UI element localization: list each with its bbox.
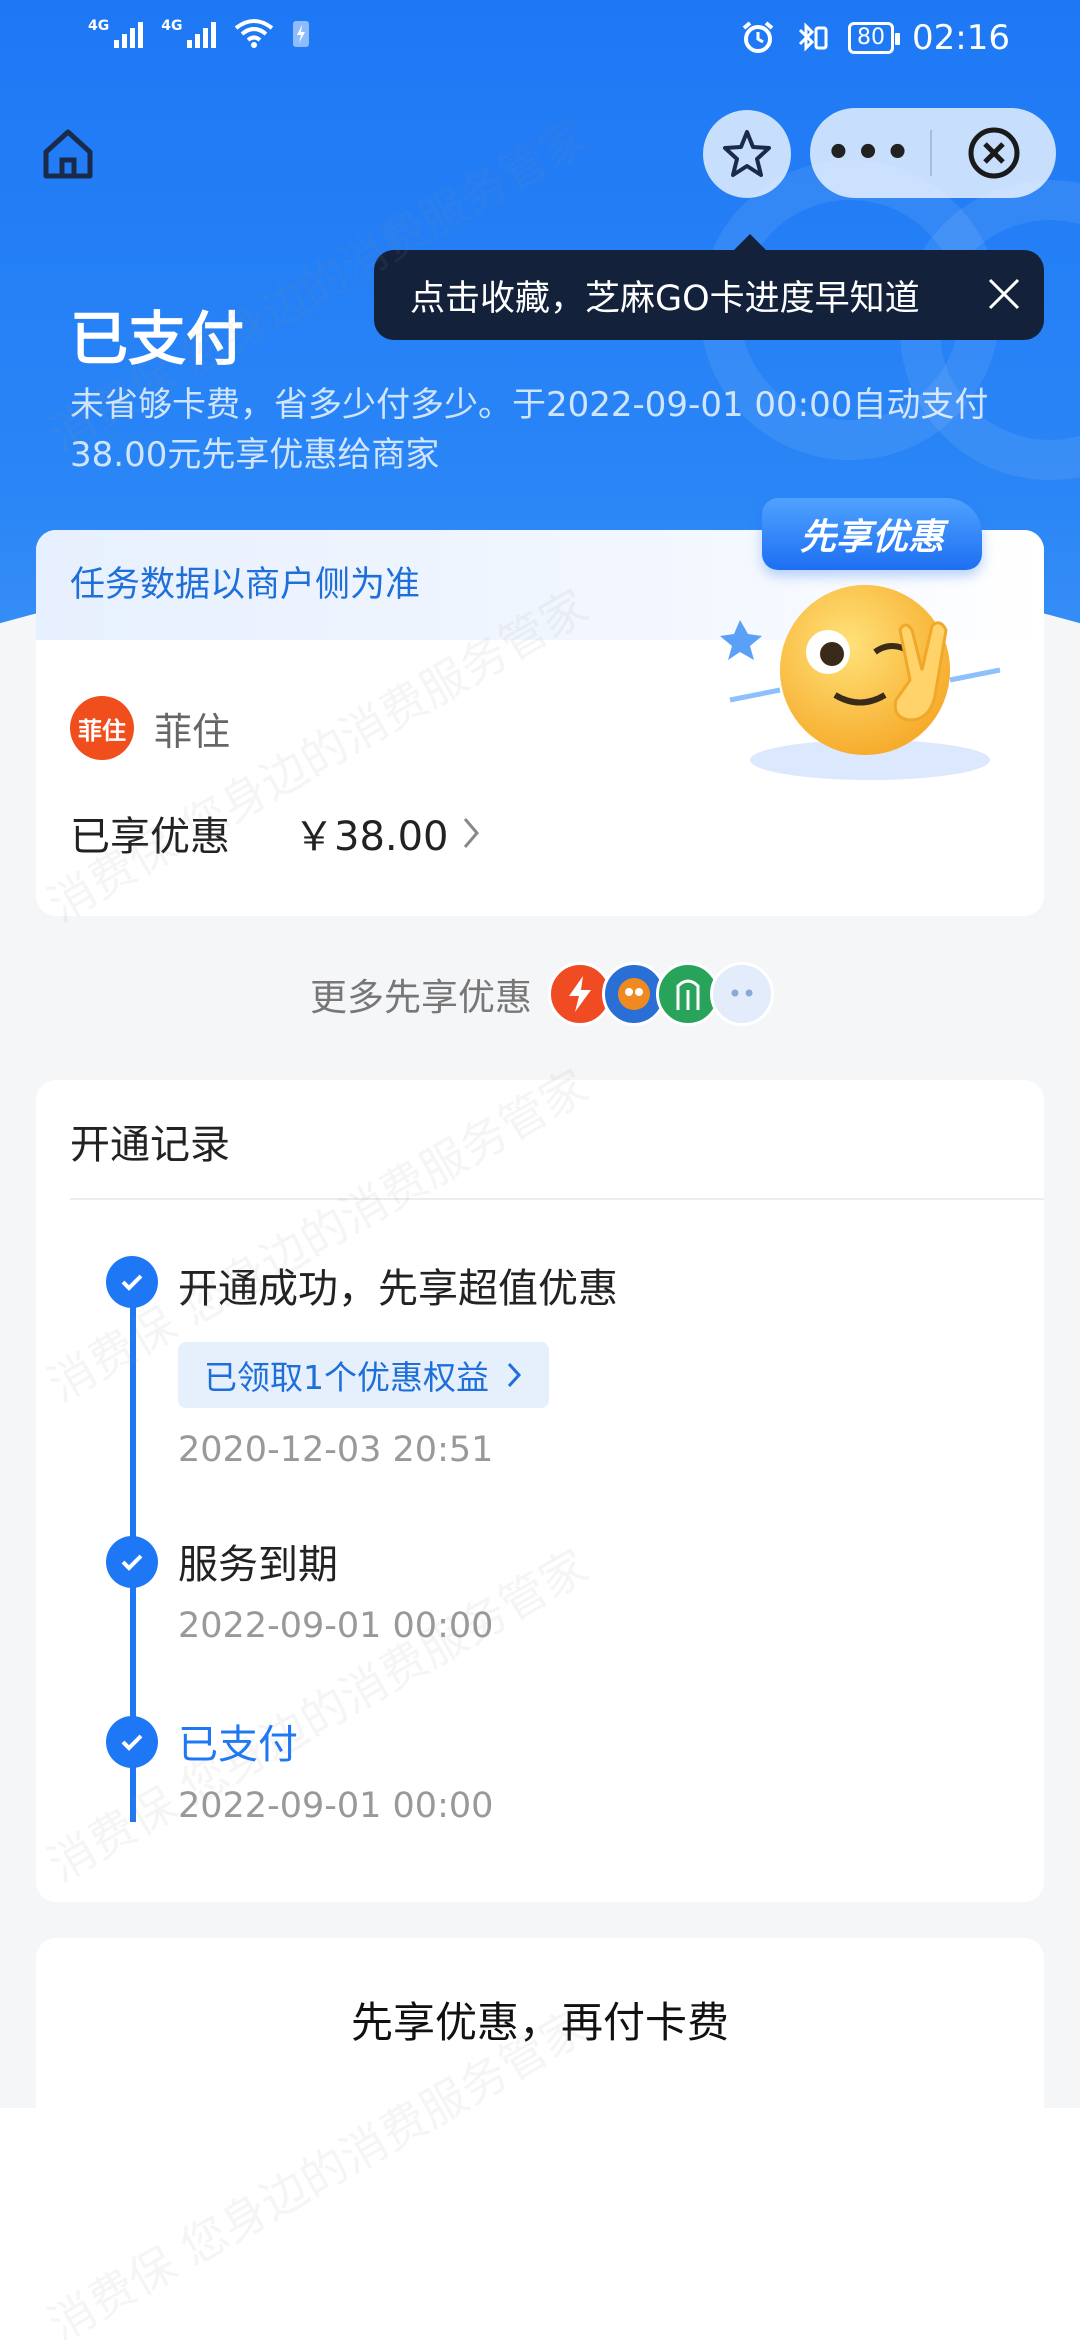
timeline-item-title: 开通成功，先享超值优惠 [178, 1266, 618, 1312]
more-benefits-row[interactable]: 更多先享优惠 •• [310, 962, 774, 1026]
close-button[interactable] [932, 125, 1056, 181]
favorite-tooltip: 点击收藏，芝麻GO卡进度早知道 [374, 234, 1044, 340]
alarm-icon [742, 21, 774, 53]
clock: 02:16 [912, 18, 1010, 58]
chevron-right-icon [507, 1362, 522, 1388]
cellular-signal-icon: 4G [88, 18, 144, 48]
activation-records-card: 开通记录 开通成功，先享超值优惠 已领取1个优惠权益 2020-12-03 20… [36, 1080, 1044, 1902]
claimed-benefit-chip[interactable]: 已领取1个优惠权益 [178, 1342, 549, 1408]
wifi-icon [235, 19, 274, 48]
benefit-row[interactable]: 已享优惠 ￥38.00 [70, 804, 483, 862]
bluetooth-vibrate-icon [798, 22, 828, 52]
mini-program-capsule: ••• [810, 108, 1056, 198]
chevron-right-icon [463, 818, 479, 848]
merchant-logo: 菲住 [70, 696, 134, 760]
star-icon [723, 130, 771, 177]
merchant-name: 菲住 [154, 709, 231, 754]
charging-icon [293, 21, 310, 47]
chip-label: 已领取1个优惠权益 [204, 1358, 489, 1397]
network-type: 4G [161, 18, 183, 34]
timeline-item-title: 已支付 [178, 1722, 298, 1768]
page-title: 已支付 [70, 305, 245, 373]
more-benefits-label: 更多先享优惠 [310, 976, 532, 1019]
footer-slogan: 先享优惠，再付卡费 [36, 1938, 1044, 2108]
check-icon [106, 1256, 158, 1308]
tooltip-text: 点击收藏，芝麻GO卡进度早知道 [410, 278, 920, 319]
status-bar: 4G 4G 80 02:16 [0, 0, 1080, 80]
favorite-button[interactable] [703, 110, 791, 198]
timeline-item-title: 服务到期 [178, 1542, 338, 1588]
wink-emoji-illustration [700, 560, 1020, 790]
section-title: 开通记录 [70, 1122, 230, 1168]
more-dots-icon: •• [710, 962, 774, 1026]
network-type: 4G [88, 18, 110, 34]
cellular-signal-icon: 4G [161, 18, 217, 48]
timeline-item-time: 2022-09-01 00:00 [178, 1606, 494, 1646]
partner-icons: •• [548, 962, 774, 1026]
merchant-info: 菲住 菲住 [70, 696, 230, 760]
more-options-button[interactable]: ••• [810, 108, 930, 198]
battery-icon: 80 [848, 22, 901, 54]
check-icon [106, 1716, 158, 1768]
check-icon [106, 1536, 158, 1588]
timeline-item-time: 2020-12-03 20:51 [178, 1430, 494, 1470]
timeline-item-time: 2022-09-01 00:00 [178, 1786, 494, 1826]
benefit-label: 已享优惠 [70, 814, 230, 860]
close-circle-icon [968, 127, 1020, 179]
home-icon [43, 129, 93, 179]
home-button[interactable] [38, 124, 98, 184]
tooltip-close-icon[interactable] [982, 272, 1026, 316]
benefit-amount: ￥38.00 [294, 814, 449, 860]
bottom-area [0, 2108, 1080, 2340]
status-description: 未省够卡费，省多少付多少。于2022-09-01 00:00自动支付38.00元… [70, 385, 989, 475]
divider [70, 1198, 1044, 1200]
